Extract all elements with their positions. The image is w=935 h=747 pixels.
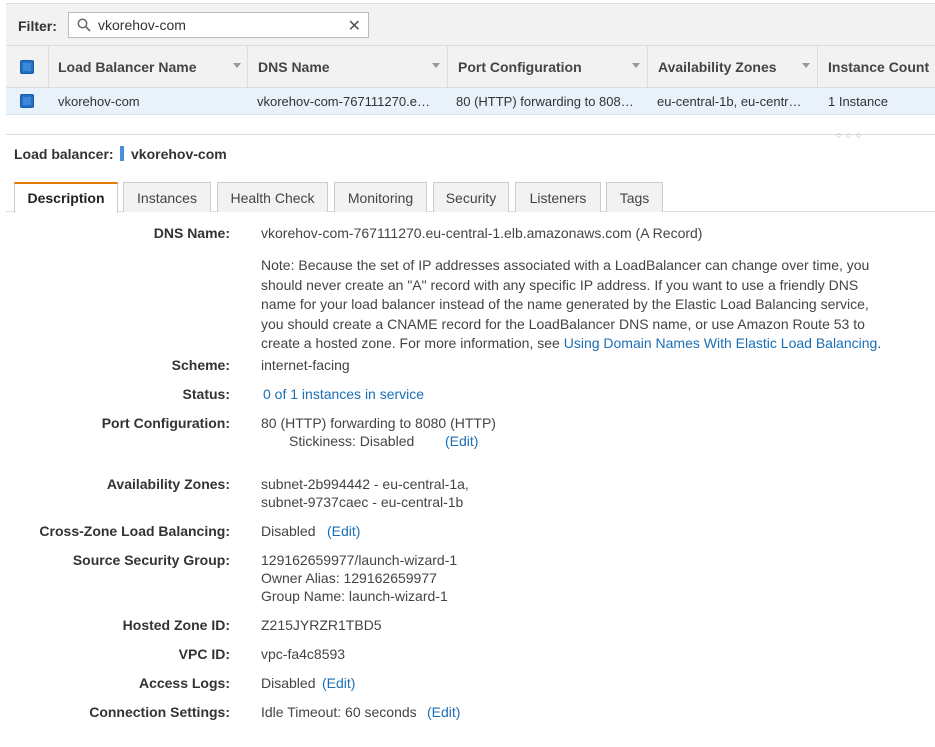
dns-note: Note: Because the set of IP addresses as… <box>261 256 901 354</box>
access-logs-value: Disabled <box>261 675 316 691</box>
connection-settings-label: Connection Settings: <box>89 704 230 720</box>
tab-listeners[interactable]: Listeners <box>515 182 601 212</box>
cross-zone-edit-link[interactable]: (Edit) <box>327 523 360 539</box>
column-separator <box>447 46 448 87</box>
ssg-value-3: Group Name: launch-wizard-1 <box>261 588 448 604</box>
filter-bar: Filter: vkorehov-com ✕ <box>6 3 935 45</box>
cell-name: vkorehov-com <box>58 94 140 109</box>
detail-title-label: Load balancer: <box>14 146 114 162</box>
note-line: Note: Because the set of IP addresses as… <box>261 257 870 273</box>
cross-zone-value: Disabled <box>261 523 316 539</box>
grid-header: Load Balancer Name DNS Name Port Configu… <box>6 45 935 88</box>
port-config-value: 80 (HTTP) forwarding to 8080 (HTTP) <box>261 415 496 431</box>
note-line: name for your load balancer instead of t… <box>261 296 869 313</box>
ssg-value-2: Owner Alias: 129162659977 <box>261 570 437 586</box>
sort-icon[interactable] <box>233 63 241 68</box>
tab-bar: Description Instances Health Check Monit… <box>6 182 935 213</box>
cross-zone-label: Cross-Zone Load Balancing: <box>39 523 230 539</box>
availability-zone-2: subnet-9737caec - eu-central-1b <box>261 494 464 510</box>
hosted-zone-label: Hosted Zone ID: <box>122 617 230 633</box>
search-icon <box>77 18 91 35</box>
sort-icon[interactable] <box>632 63 640 68</box>
detail-title-name: vkorehov-com <box>131 146 227 162</box>
table-row[interactable]: vkorehov-com vkorehov-com-767111270.e… 8… <box>6 88 935 115</box>
tab-tags[interactable]: Tags <box>606 182 663 212</box>
tab-description[interactable]: Description <box>14 182 118 213</box>
column-header-count[interactable]: Instance Count <box>828 59 929 75</box>
cell-count: 1 Instance <box>828 94 888 109</box>
note-line: should never create an "A" record with a… <box>261 276 859 293</box>
tab-instances[interactable]: Instances <box>123 182 211 212</box>
column-separator <box>647 46 648 87</box>
note-line: you should create a CNAME record for the… <box>261 315 865 332</box>
access-logs-edit-link[interactable]: (Edit) <box>322 675 355 691</box>
stickiness-edit-link[interactable]: (Edit) <box>445 433 478 449</box>
tab-security[interactable]: Security <box>433 182 509 212</box>
column-header-zones[interactable]: Availability Zones <box>658 59 777 75</box>
drag-handle-icon[interactable]: ○ ○ ○ <box>836 130 862 140</box>
filter-value[interactable]: vkorehov-com <box>98 17 186 33</box>
dns-name-value: vkorehov-com-767111270.eu-central-1.elb.… <box>261 225 703 241</box>
tab-monitoring[interactable]: Monitoring <box>334 182 427 212</box>
filter-label: Filter: <box>18 18 57 34</box>
hosted-zone-value: Z215JYRZR1TBD5 <box>261 617 382 633</box>
pane-divider[interactable] <box>6 134 935 135</box>
filter-input[interactable]: vkorehov-com ✕ <box>68 12 369 38</box>
cell-zones: eu-central-1b, eu-centr… <box>657 94 802 109</box>
column-separator <box>817 46 818 87</box>
ssg-value-1: 129162659977/launch-wizard-1 <box>261 552 458 568</box>
row-checkbox[interactable] <box>20 94 34 108</box>
connection-settings-edit-link[interactable]: (Edit) <box>427 704 460 720</box>
note-last-text: create a hosted zone. For more informati… <box>261 335 564 352</box>
clear-icon[interactable]: ✕ <box>348 16 361 36</box>
scheme-label: Scheme: <box>171 357 230 373</box>
column-header-dns[interactable]: DNS Name <box>258 59 330 75</box>
column-separator <box>247 46 248 87</box>
connection-settings-value: Idle Timeout: 60 seconds <box>261 704 417 720</box>
tab-health-check[interactable]: Health Check <box>217 182 328 212</box>
availability-zone-1: subnet-2b994442 - eu-central-1a, <box>261 476 469 492</box>
sort-icon[interactable] <box>802 63 810 68</box>
status-link[interactable]: 0 of 1 instances in service <box>263 386 424 402</box>
sort-icon[interactable] <box>432 63 440 68</box>
title-marker <box>120 146 124 161</box>
column-header-name[interactable]: Load Balancer Name <box>58 59 197 75</box>
source-security-group-label: Source Security Group: <box>72 552 230 568</box>
cell-dns: vkorehov-com-767111270.e… <box>257 94 430 109</box>
scheme-value: internet-facing <box>261 357 350 373</box>
access-logs-label: Access Logs: <box>138 675 230 691</box>
cell-port: 80 (HTTP) forwarding to 808… <box>456 94 634 109</box>
availability-zones-label: Availability Zones: <box>106 476 230 492</box>
select-all-checkbox[interactable] <box>20 60 34 74</box>
column-header-port[interactable]: Port Configuration <box>458 59 582 75</box>
vpc-id-label: VPC ID: <box>178 646 230 662</box>
vpc-id-value: vpc-fa4c8593 <box>261 646 346 662</box>
dns-name-label: DNS Name: <box>153 225 230 241</box>
stickiness-value: Stickiness: Disabled <box>289 433 415 449</box>
status-label: Status: <box>182 386 230 402</box>
column-separator <box>48 46 49 87</box>
domain-names-link[interactable]: Using Domain Names With Elastic Load Bal… <box>564 335 878 351</box>
port-config-label: Port Configuration: <box>101 415 230 431</box>
note-end: . <box>877 335 882 352</box>
note-line: create a hosted zone. For more informati… <box>261 334 901 354</box>
